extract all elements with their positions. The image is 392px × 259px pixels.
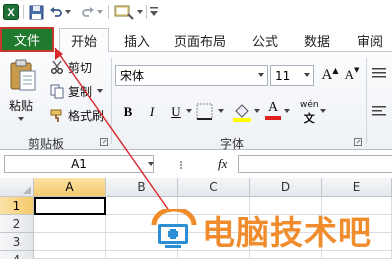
watermark: 电脑技术吧 xyxy=(150,208,372,252)
watermark-logo-icon xyxy=(150,209,198,251)
watermark-text: 电脑技术吧 xyxy=(202,213,372,252)
